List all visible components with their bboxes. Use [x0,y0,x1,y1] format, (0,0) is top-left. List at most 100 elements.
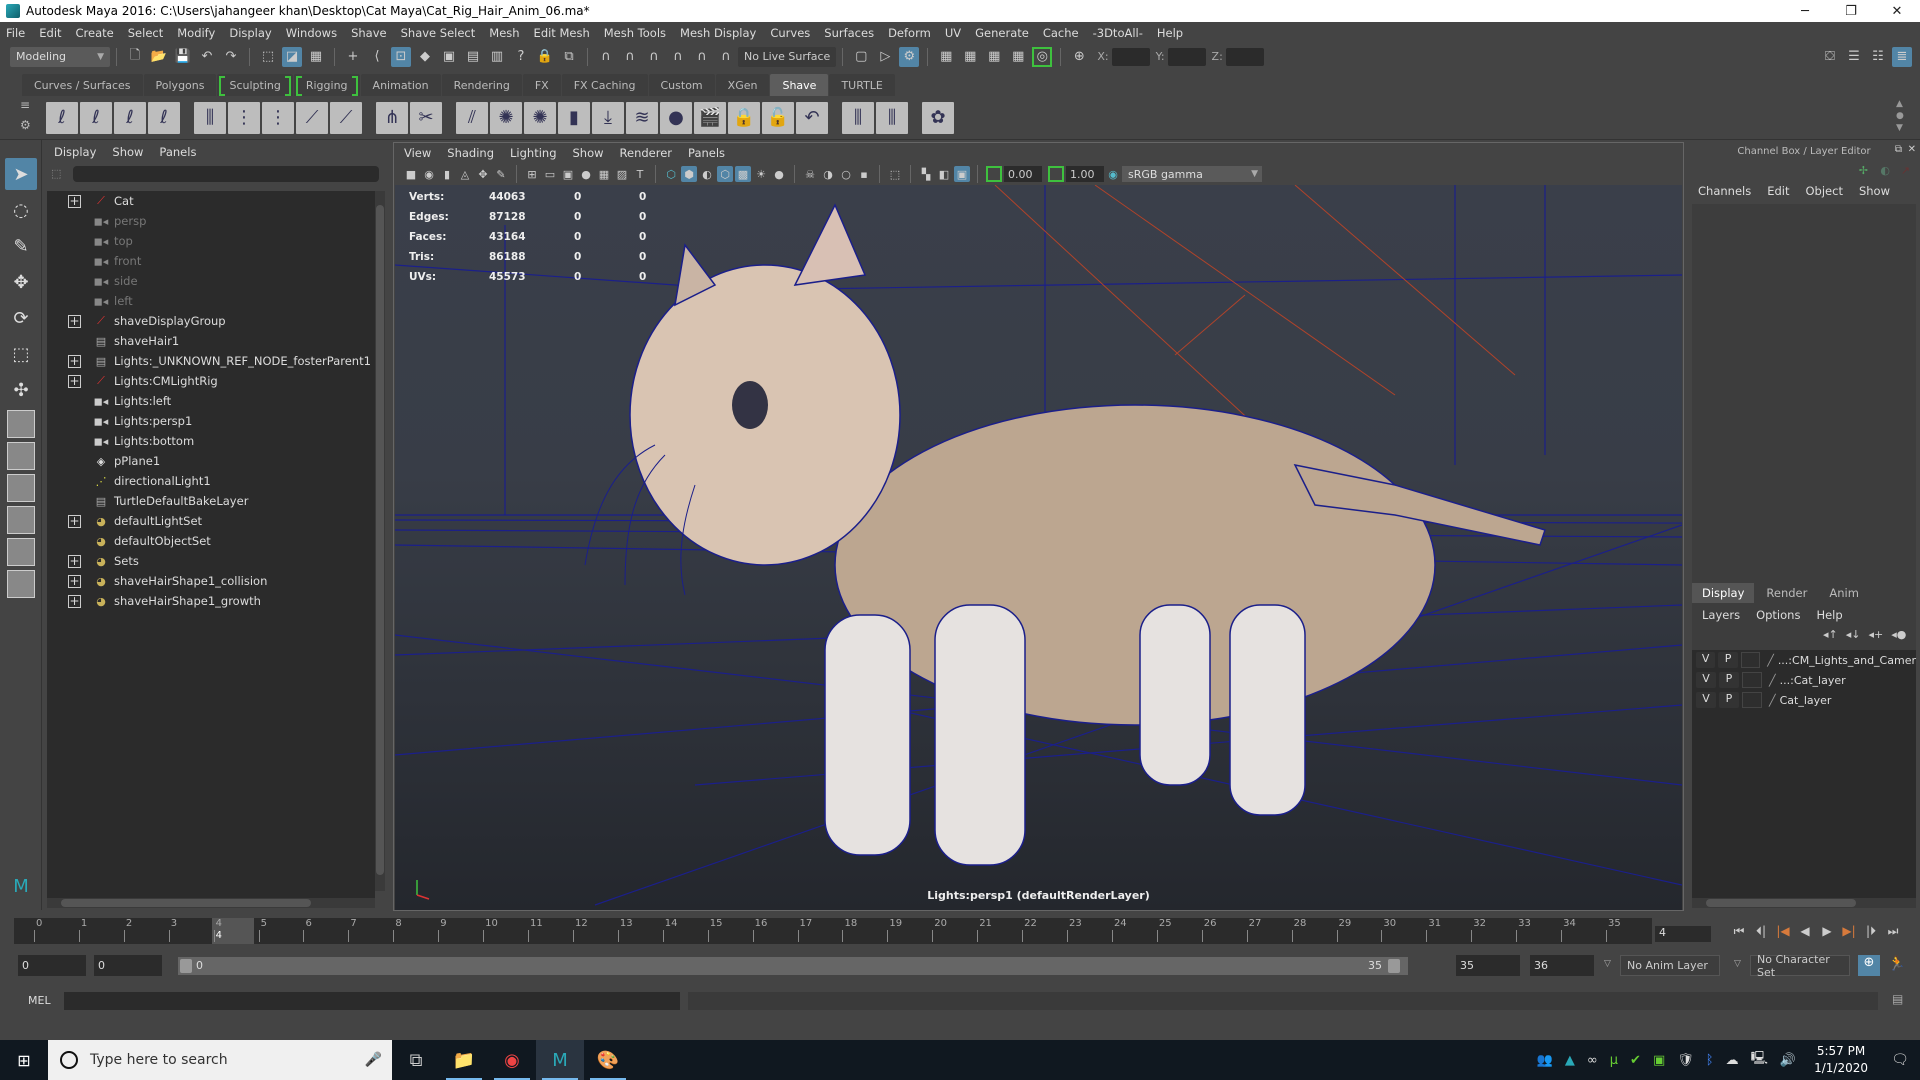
chrome-icon[interactable]: ◉ [488,1040,536,1080]
outliner-menu-display[interactable]: Display [54,145,96,159]
shave-guide-5-icon[interactable]: ⟋ [330,101,362,134]
range-start-handle[interactable] [180,959,192,973]
visibility-toggle[interactable]: V [1696,652,1716,668]
outliner-item[interactable]: ◼◂ Lights:bottom [47,431,375,451]
viewport-menu-view[interactable]: View [404,146,431,160]
shelf-tab-animation[interactable]: Animation [360,74,441,96]
layer-tab-display[interactable]: Display [1692,583,1755,603]
undo-icon[interactable]: ↶ [197,47,217,67]
ipr-render-icon[interactable]: ▦ [984,47,1004,67]
outliner-item[interactable]: + ⟋ Lights:CMLightRig [47,371,375,391]
render-current-icon[interactable]: ▦ [936,47,956,67]
outliner-item[interactable]: + ⟋ shaveDisplayGroup [47,311,375,331]
default-material-icon[interactable]: ◐ [699,166,715,182]
bookmark-icon[interactable]: ▮ [439,166,455,182]
viewport-menu-show[interactable]: Show [573,146,604,160]
maya-taskbar-icon[interactable]: M [536,1040,584,1080]
display-type-toggle[interactable] [1740,652,1761,668]
layer-row[interactable]: V P ╱ ...:CM_Lights_and_Camer [1692,650,1916,670]
character-set-chevron-icon[interactable]: ▽ [1734,959,1741,969]
redo-icon[interactable]: ↷ [221,47,241,67]
channel-box-icon[interactable]: ≣ [1892,46,1912,67]
magnet-5-icon[interactable]: ∩ [692,47,712,67]
3d-viewport[interactable]: Verts: 44063 0 0 Edges: 87128 0 0 Faces: 43164 0 0 T… [395,185,1682,910]
channel-box-menu-object[interactable]: Object [1806,184,1843,198]
layer-menu-options[interactable]: Options [1756,608,1800,622]
smooth-shade-icon[interactable]: ⬢ [681,166,697,182]
menuset-dropdown[interactable]: Modeling ▼ [10,46,110,67]
manipulator-icon[interactable]: ✢ [1859,164,1868,177]
xray-icon[interactable]: ◑ [820,166,836,182]
menu-shave[interactable]: Shave [351,26,387,40]
check-app-icon[interactable]: ✔ [1630,1053,1641,1068]
magnet-6-icon[interactable]: ∩ [716,47,736,67]
outliner-menu-panels[interactable]: Panels [159,145,196,159]
hyper-icon[interactable]: ↗ [1901,164,1910,177]
output-ops-icon[interactable]: ▥ [487,47,507,67]
clapboard-icon[interactable]: 🎬 [694,101,726,134]
auto-key-icon[interactable]: ⊕ [1858,955,1880,976]
snap-curve-icon[interactable]: ⟨ [367,47,387,67]
color-management-toggle-icon[interactable]: ◉ [1105,166,1121,182]
shelf-tab-polygons[interactable]: Polygons [143,74,217,96]
close-button[interactable]: ✕ [1874,4,1920,19]
outliner-item[interactable]: ◼◂ Lights:left [47,391,375,411]
safe-title-icon[interactable]: T [632,166,648,182]
minimize-button[interactable]: ─ [1782,4,1828,19]
display-type-toggle[interactable] [1742,692,1762,708]
expand-icon[interactable]: + [68,574,81,588]
nvidia-icon[interactable]: ▣ [1653,1053,1665,1068]
microphone-icon[interactable]: 🎤 [365,1052,382,1068]
lasso-tool-icon[interactable]: ◌ [5,194,37,226]
menu-mesh-tools[interactable]: Mesh Tools [604,26,666,40]
rotate-tool-icon[interactable]: ⟳ [5,302,37,334]
magnet-4-icon[interactable]: ∩ [668,47,688,67]
construction-history-icon[interactable]: ⧉ [559,47,579,67]
shelf-tab-curves-surfaces[interactable]: Curves / Surfaces [22,74,143,96]
shelf-tab-shave[interactable]: Shave [770,74,829,96]
viewport-menu-lighting[interactable]: Lighting [510,146,556,160]
outliner-item[interactable]: + ⟋ Cat [47,191,375,211]
safe-action-icon[interactable]: ▨ [614,166,630,182]
command-language-label[interactable]: MEL [28,994,51,1007]
shave-guide-2-icon[interactable]: ⋮ [228,101,260,134]
open-scene-icon[interactable]: 📂 [149,47,169,67]
playback-toggle[interactable]: P [1718,652,1738,668]
shave-guide-1-icon[interactable]: ⫼ [194,101,226,134]
maximize-button[interactable]: ❐ [1828,4,1874,19]
shave-guide-3-icon[interactable]: ⋮ [262,101,294,134]
four-pane-layout-icon[interactable] [7,442,35,470]
hair-attr-1-icon[interactable]: ⫼ [842,101,874,134]
taskbar-search[interactable]: Type here to search 🎤 [48,1040,392,1080]
channel-box-menu-channels[interactable]: Channels [1698,184,1751,198]
snap-view-icon[interactable]: ◆ [415,47,435,67]
step-back-frame-icon[interactable]: ⏴| [1750,924,1772,939]
lock-open-icon[interactable]: 🔓 [762,101,794,134]
persp-graph-layout-icon[interactable] [7,506,35,534]
outliner-item[interactable]: ◼◂ front [47,251,375,271]
live-surface-field[interactable]: No Live Surface [738,46,837,67]
hair-ball-1-icon[interactable]: ✺ [490,101,522,134]
outliner-item[interactable]: + ▤ Lights:_UNKNOWN_REF_NODE_fosterParent1 [47,351,375,371]
z-field[interactable] [1225,47,1264,66]
single-pane-layout-icon[interactable] [7,410,35,438]
outliner-item[interactable]: ◼◂ left [47,291,375,311]
menu-select[interactable]: Select [128,26,163,40]
layer-tab-render[interactable]: Render [1756,583,1818,603]
task-view-icon[interactable]: ⧉ [392,1040,440,1080]
network-icon[interactable]: 🖳 [1751,1049,1768,1071]
expand-icon[interactable]: + [68,314,81,328]
current-frame-field[interactable]: 4 [1655,926,1711,942]
onedrive-icon[interactable]: ☁ [1726,1053,1739,1068]
isolate-select-icon[interactable]: ⬚ [887,166,903,182]
shelf-tab-rigging[interactable]: Rigging [293,74,360,96]
menu-windows[interactable]: Windows [286,26,337,40]
attribute-editor-icon[interactable]: ☰ [1844,47,1864,67]
script-editor-icon[interactable]: ▤ [1892,992,1903,1006]
render-options-icon[interactable]: ▦ [1008,47,1028,67]
resolution-gate-icon[interactable]: ▣ [560,166,576,182]
lock-closed-icon[interactable]: 🔒 [728,101,760,134]
menu-curves[interactable]: Curves [770,26,810,40]
viewport-menu-shading[interactable]: Shading [447,146,494,160]
anim-layer-chevron-icon[interactable]: ▽ [1604,959,1611,969]
